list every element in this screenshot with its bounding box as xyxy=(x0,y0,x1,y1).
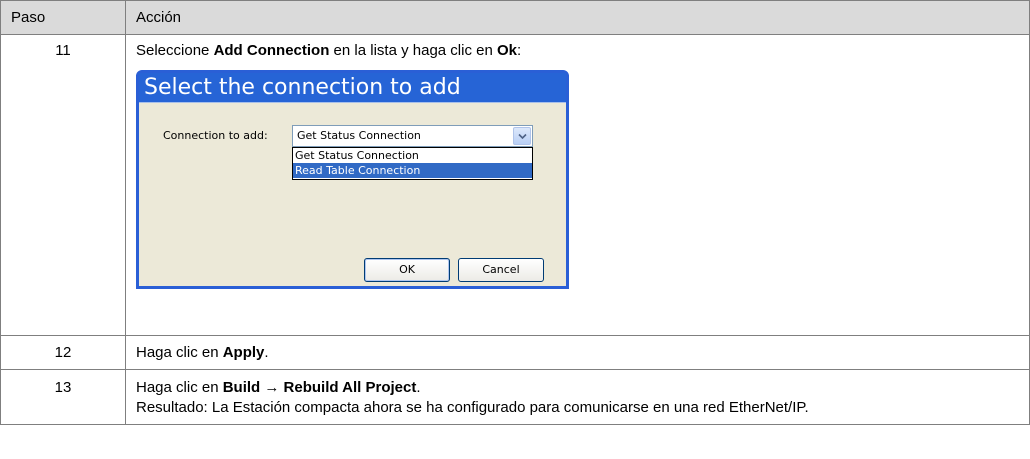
step-action: Seleccione Add Connection en la lista y … xyxy=(125,34,1030,336)
chevron-down-icon xyxy=(517,133,527,139)
combobox-value: Get Status Connection xyxy=(297,129,421,142)
cancel-button[interactable]: Cancel xyxy=(458,258,544,282)
connection-combobox[interactable]: Get Status Connection xyxy=(292,125,533,147)
table-header-row: Paso Acción xyxy=(0,0,1030,35)
connection-dropdown-list: Get Status Connection Read Table Connect… xyxy=(292,147,533,180)
table-row: 12 Haga clic en Apply. xyxy=(0,335,1030,370)
option-read-table-connection[interactable]: Read Table Connection xyxy=(293,163,532,178)
dropdown-button[interactable] xyxy=(513,127,531,145)
step-number: 11 xyxy=(0,34,126,336)
bold-apply: Apply xyxy=(222,343,265,361)
ok-button[interactable]: OK xyxy=(364,258,450,282)
table-row: 11 Seleccione Add Connection en la lista… xyxy=(0,34,1030,336)
step-result: Resultado: La Estación compacta ahora se… xyxy=(136,399,809,416)
step-number: 12 xyxy=(0,335,126,370)
bold-build-rebuild: Build → Rebuild All Project xyxy=(222,379,417,396)
header-step: Paso xyxy=(0,0,126,35)
step-instruction: Seleccione Add Connection en la lista y … xyxy=(136,42,522,59)
table-row: 13 Haga clic en Build → Rebuild All Proj… xyxy=(0,369,1030,425)
step-instruction: Haga clic en Build → Rebuild All Project… xyxy=(136,379,421,396)
step-action: Haga clic en Apply. xyxy=(125,335,1030,370)
connection-to-add-label: Connection to add: xyxy=(163,129,268,142)
header-action: Acción xyxy=(125,0,1030,35)
step-number: 13 xyxy=(0,369,126,425)
bold-add-connection: Add Connection xyxy=(213,42,330,59)
bold-ok: Ok xyxy=(496,42,517,59)
option-get-status-connection[interactable]: Get Status Connection xyxy=(293,148,532,163)
step-action: Haga clic en Build → Rebuild All Project… xyxy=(125,369,1030,425)
select-connection-dialog: Select the connection to add Connection … xyxy=(136,70,569,289)
steps-table: Paso Acción 11 Seleccione Add Connection… xyxy=(0,0,1030,425)
dialog-title: Select the connection to add xyxy=(139,73,566,103)
